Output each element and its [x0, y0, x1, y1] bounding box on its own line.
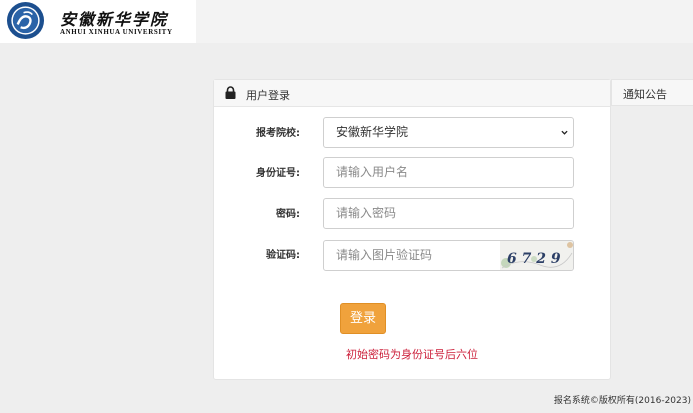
logo-chinese-name: 安徽新华学院	[60, 10, 169, 29]
notice-panel-title: 通知公告	[623, 88, 667, 101]
chevron-down-icon	[561, 130, 568, 135]
site-header: 安徽新华学院 ANHUI XINHUA UNIVERSITY	[0, 0, 693, 43]
captcha-noise: 6 7 2 9	[500, 241, 573, 270]
login-title: 用户登录	[246, 89, 290, 102]
id-number-input[interactable]: 请输入用户名	[323, 157, 574, 188]
captcha-text: 6 7 2 9	[507, 251, 561, 267]
school-select[interactable]: 安徽新华学院	[323, 117, 574, 148]
university-seal-icon	[6, 1, 45, 40]
captcha-image[interactable]: 6 7 2 9	[500, 240, 574, 271]
captcha-label: 验证码:	[266, 250, 300, 261]
initial-password-notice: 初始密码为身份证号后六位	[346, 348, 478, 361]
school-label: 报考院校:	[256, 128, 300, 139]
logo-english-name: ANHUI XINHUA UNIVERSITY	[60, 28, 173, 36]
password-label: 密码:	[276, 209, 300, 220]
login-button[interactable]: 登录	[340, 303, 386, 334]
login-card: 用户登录 报考院校: 安徽新华学院 身份证号: 请输入用户名 密码: 请输入密码…	[213, 79, 611, 380]
captcha-input[interactable]: 请输入图片验证码	[323, 240, 501, 271]
id-label: 身份证号:	[256, 168, 300, 179]
footer-copyright: 报名系统©版权所有(2016-2023)	[553, 396, 691, 406]
notice-panel-header: 通知公告	[611, 79, 693, 106]
login-card-header: 用户登录	[214, 80, 610, 107]
school-select-value: 安徽新华学院	[336, 125, 409, 139]
password-input[interactable]: 请输入密码	[323, 198, 574, 229]
lock-icon	[225, 86, 236, 99]
